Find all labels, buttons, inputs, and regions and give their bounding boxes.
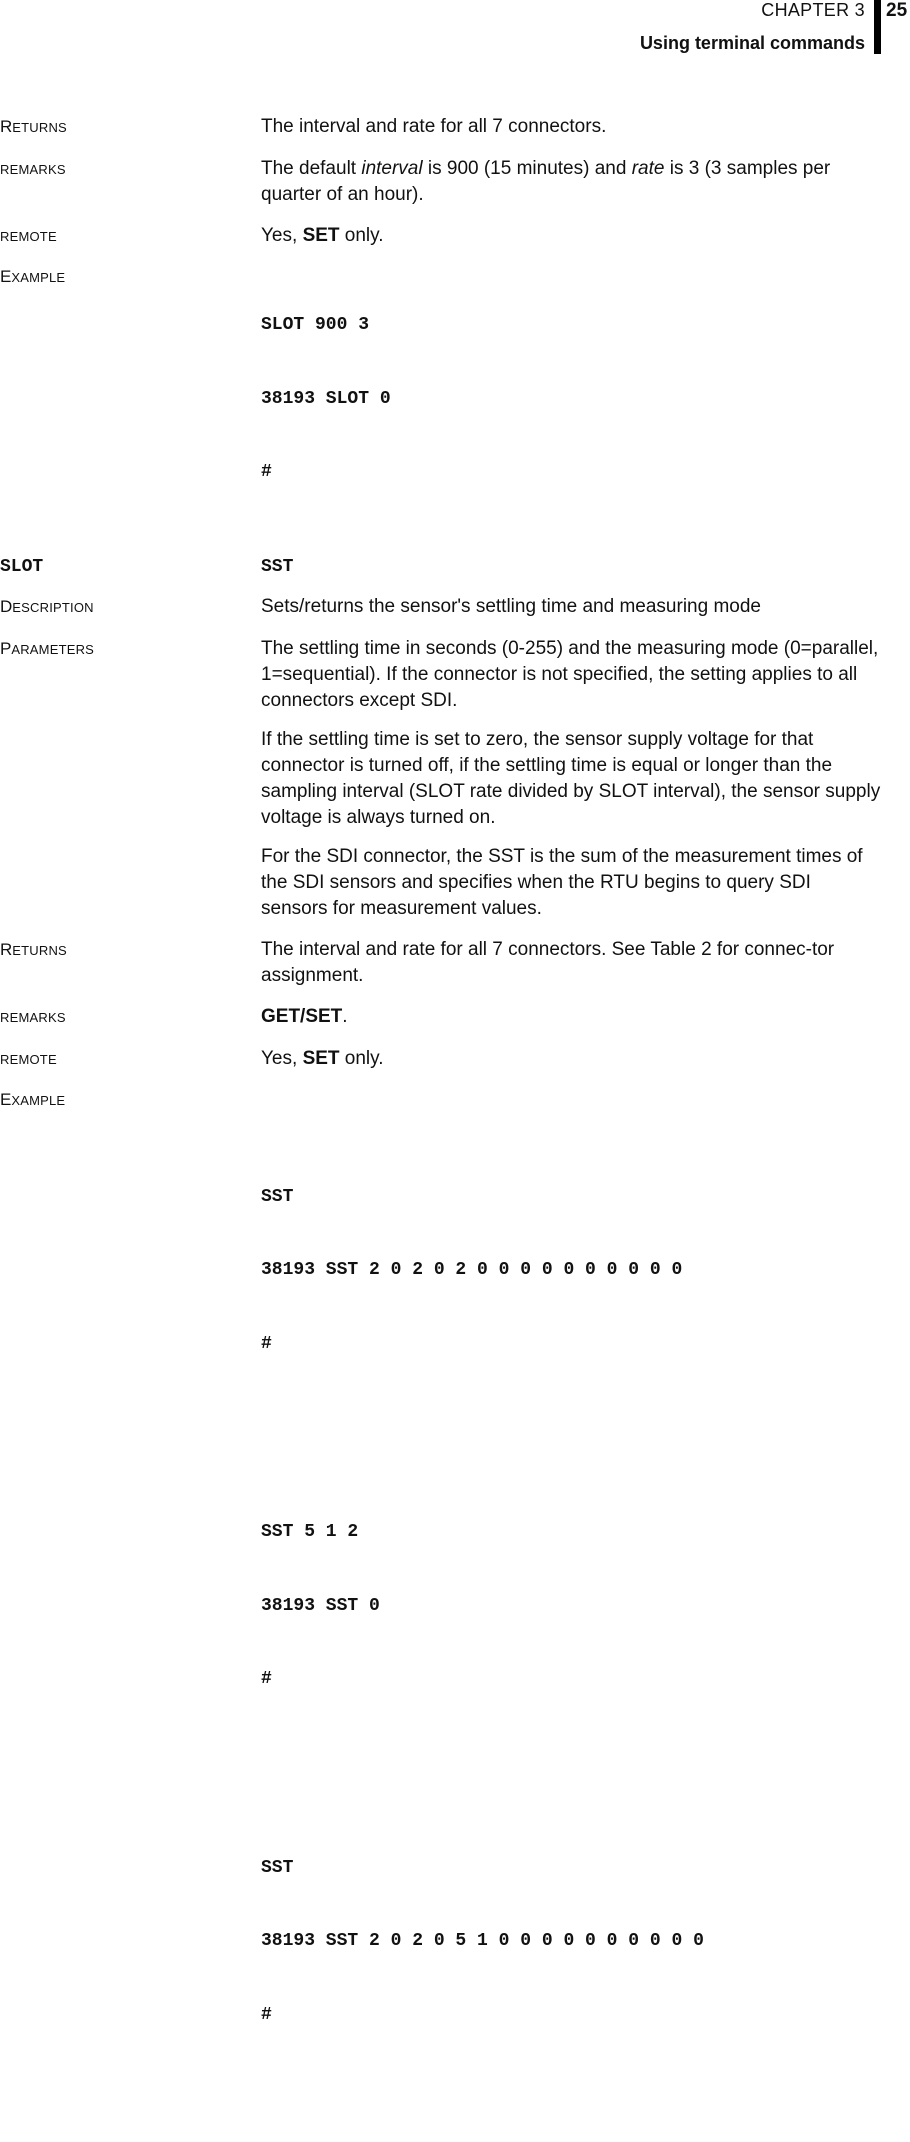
slot-remarks-label: REMARKS bbox=[0, 156, 261, 183]
example-block: SST 38193 SST 2 0 2 0 2 0 0 0 0 0 0 0 0 … bbox=[261, 1136, 881, 1406]
chapter-title: Using terminal commands bbox=[640, 33, 865, 54]
sst-remarks-text: GET/SET. bbox=[261, 1004, 881, 1030]
slot-returns-label: RETURNS bbox=[0, 114, 261, 141]
slot-example-code: SLOT 900 3 38193 SLOT 0 # bbox=[261, 264, 881, 534]
slot-remarks-row: REMARKS The default interval is 900 (15 … bbox=[0, 156, 910, 208]
slot-example-label: EXAMPLE bbox=[0, 264, 261, 291]
slot-remarks-text: The default interval is 900 (15 minutes)… bbox=[261, 156, 881, 208]
sst-parameters-label: PARAMETERS bbox=[0, 636, 261, 663]
sst-example-row: EXAMPLE SST 38193 SST 2 0 2 0 2 0 0 0 0 … bbox=[0, 1087, 910, 2142]
sst-example-code: SST 38193 SST 2 0 2 0 2 0 0 0 0 0 0 0 0 … bbox=[261, 1087, 881, 2142]
code-line: SST bbox=[261, 1856, 881, 1881]
slot-remote-label: REMOTE bbox=[0, 223, 261, 250]
code-line: SST bbox=[261, 1185, 881, 1210]
sst-description-text: Sets/returns the sensor's settling time … bbox=[261, 594, 881, 620]
code-line: 38193 SST 2 0 2 0 2 0 0 0 0 0 0 0 0 0 0 bbox=[261, 1258, 881, 1283]
page-content: RETURNS The interval and rate for all 7 … bbox=[0, 114, 910, 2142]
code-line: SLOT 900 3 bbox=[261, 313, 881, 338]
slot-returns-text: The interval and rate for all 7 connecto… bbox=[261, 114, 881, 140]
sst-returns-text: The interval and rate for all 7 connecto… bbox=[261, 937, 881, 989]
command-header-row: SLOT SST bbox=[0, 554, 910, 580]
sst-parameters-text: The settling time in seconds (0-255) and… bbox=[261, 636, 881, 935]
code-line: # bbox=[261, 2003, 881, 2028]
sst-description-label: DESCRIPTION bbox=[0, 594, 261, 621]
code-line: SST 5 1 2 bbox=[261, 1520, 881, 1545]
sst-description-row: DESCRIPTION Sets/returns the sensor's se… bbox=[0, 594, 910, 621]
slot-example-row: EXAMPLE SLOT 900 3 38193 SLOT 0 # bbox=[0, 264, 910, 534]
current-command-name: SST bbox=[261, 554, 881, 580]
sst-remote-row: REMOTE Yes, SET only. bbox=[0, 1046, 910, 1073]
sst-returns-row: RETURNS The interval and rate for all 7 … bbox=[0, 937, 910, 989]
previous-command-name: SLOT bbox=[0, 554, 261, 580]
header-divider-bar bbox=[874, 0, 881, 54]
example-block: SST 38193 SST 2 0 2 0 5 1 0 0 0 0 0 0 0 … bbox=[261, 1807, 881, 2077]
code-line: 38193 SST 2 0 2 0 5 1 0 0 0 0 0 0 0 0 0 … bbox=[261, 1929, 881, 1954]
sst-parameters-row: PARAMETERS The settling time in seconds … bbox=[0, 636, 910, 935]
code-line: # bbox=[261, 460, 881, 485]
code-line: # bbox=[261, 1332, 881, 1357]
parameters-paragraph: For the SDI connector, the SST is the su… bbox=[261, 844, 881, 922]
code-line: 38193 SST 0 bbox=[261, 1594, 881, 1619]
code-line: # bbox=[261, 1667, 881, 1692]
page-number: 25 bbox=[886, 0, 907, 22]
sst-returns-label: RETURNS bbox=[0, 937, 261, 964]
sst-remarks-row: REMARKS GET/SET. bbox=[0, 1004, 910, 1031]
example-block: SST 5 1 2 38193 SST 0 # bbox=[261, 1471, 881, 1741]
parameters-paragraph: If the settling time is set to zero, the… bbox=[261, 727, 881, 831]
code-line: 38193 SLOT 0 bbox=[261, 387, 881, 412]
parameters-paragraph: The settling time in seconds (0-255) and… bbox=[261, 636, 881, 714]
page-header: CHAPTER 3 Using terminal commands 25 bbox=[0, 0, 910, 60]
slot-remote-text: Yes, SET only. bbox=[261, 223, 881, 249]
sst-remote-text: Yes, SET only. bbox=[261, 1046, 881, 1072]
slot-returns-row: RETURNS The interval and rate for all 7 … bbox=[0, 114, 910, 141]
sst-remarks-label: REMARKS bbox=[0, 1004, 261, 1031]
chapter-label: CHAPTER 3 bbox=[761, 0, 865, 21]
slot-remote-row: REMOTE Yes, SET only. bbox=[0, 223, 910, 250]
sst-example-label: EXAMPLE bbox=[0, 1087, 261, 1114]
sst-remote-label: REMOTE bbox=[0, 1046, 261, 1073]
